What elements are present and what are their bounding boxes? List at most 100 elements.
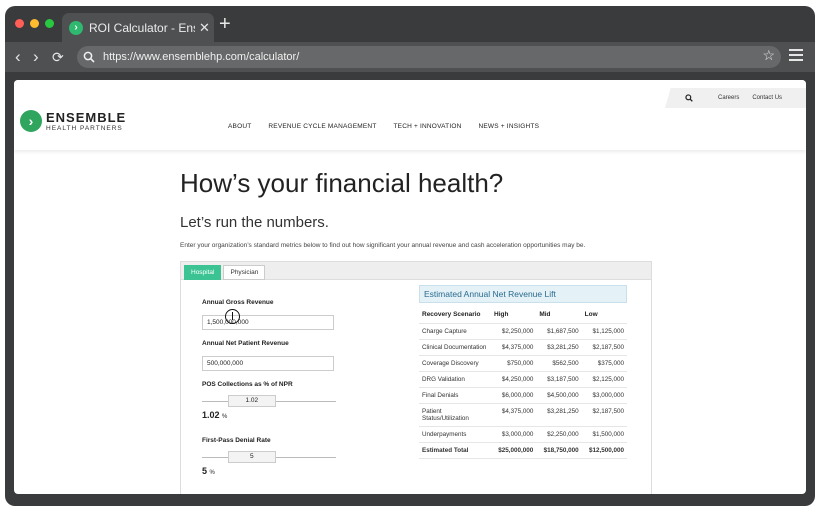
search-icon: [83, 51, 95, 63]
table-row: Clinical Documentation $4,375,000 $3,281,2…: [419, 339, 627, 356]
close-tab-icon[interactable]: ✕: [199, 20, 210, 36]
site-header: Careers Contact Us › ENSEMBLE HEALTH PAR…: [14, 80, 806, 150]
browser-tab[interactable]: › ROI Calculator - Ense ✕: [62, 13, 214, 42]
value-cell: $4,500,000: [536, 387, 582, 404]
total-row: Estimated Total $25,000,000 $18,750,000 $12…: [419, 442, 627, 459]
value-cell: $6,000,000: [491, 387, 537, 404]
value-cell: $750,000: [491, 355, 537, 372]
url-text: https://www.ensemblehp.com/calculator/: [103, 51, 300, 63]
denial-rate-value: 5 %: [202, 466, 215, 476]
nav-news-insights[interactable]: NEWS + INSIGHTS: [479, 123, 540, 130]
net-patient-revenue-input[interactable]: 500,000,000: [202, 356, 334, 371]
tab-physician[interactable]: Physician: [223, 265, 266, 280]
window-controls: [15, 19, 54, 28]
intro-text: Enter your organization’s standard metri…: [180, 242, 586, 249]
ensemble-logo[interactable]: › ENSEMBLE HEALTH PARTNERS: [20, 110, 126, 132]
careers-link[interactable]: Careers: [718, 95, 739, 101]
page-subtitle: Let’s run the numbers.: [180, 214, 329, 231]
reload-icon[interactable]: ⟳: [52, 47, 64, 67]
value-cell: $2,125,000: [581, 371, 627, 388]
logo-arrow-icon: ›: [20, 110, 42, 132]
tab-hospital[interactable]: Hospital: [184, 265, 222, 280]
site-search-icon[interactable]: [685, 94, 693, 102]
value-cell: $1,687,500: [536, 323, 582, 340]
calculator-tabs: Hospital Physician: [181, 262, 651, 280]
denial-rate-label: First-Pass Denial Rate: [202, 437, 271, 444]
scenario-cell: Final Denials: [419, 387, 491, 404]
nav-about[interactable]: ABOUT: [228, 123, 251, 130]
value-cell: $4,375,000: [491, 339, 537, 356]
back-icon[interactable]: ‹: [15, 47, 21, 67]
table-row: Charge Capture $2,250,000 $1,687,500 $1,125…: [419, 323, 627, 340]
denial-rate-slider-thumb[interactable]: 5: [227, 451, 276, 463]
table-row: DRG Validation $4,250,000 $3,187,500 $2,125…: [419, 371, 627, 388]
address-bar[interactable]: https://www.ensemblehp.com/calculator/ ☆: [77, 46, 781, 68]
net-patient-revenue-label: Annual Net Patient Revenue: [202, 340, 289, 347]
revenue-lift-results: Estimated Annual Net Revenue Lift Recove…: [419, 285, 627, 459]
value-cell: $3,281,250: [536, 339, 582, 356]
scenario-cell: Clinical Documentation: [419, 339, 491, 356]
value-cell: $562,500: [536, 355, 582, 372]
minimize-window-button[interactable]: [30, 19, 39, 28]
pos-collections-slider-thumb[interactable]: 1.02: [227, 395, 276, 407]
page-viewport: Careers Contact Us › ENSEMBLE HEALTH PAR…: [14, 80, 806, 494]
value-cell: $1,125,000: [581, 323, 627, 340]
value-cell: $3,281,250: [536, 403, 582, 427]
scenario-cell: Charge Capture: [419, 323, 491, 340]
browser-window: › ROI Calculator - Ense ✕ + ‹ › ⟳ https:…: [5, 6, 815, 506]
pos-collections-value: 1.02 %: [202, 410, 228, 420]
column-header: Low: [581, 306, 627, 324]
column-header: High: [491, 306, 537, 324]
cursor-icon: [225, 309, 240, 324]
total-value-cell: $25,000,000: [491, 442, 537, 459]
page-content: How’s your financial health? Let’s run t…: [180, 168, 660, 249]
contact-us-link[interactable]: Contact Us: [752, 95, 782, 101]
browser-menu-icon[interactable]: [789, 49, 803, 64]
pos-collections-label: POS Collections as % of NPR: [202, 381, 293, 388]
results-body: Charge Capture $2,250,000 $1,687,500 $1,125…: [419, 323, 627, 459]
column-header: Recovery Scenario: [419, 306, 491, 324]
new-tab-button[interactable]: +: [219, 14, 231, 34]
value-cell: $1,500,000: [581, 426, 627, 443]
main-nav: ABOUT REVENUE CYCLE MANAGEMENT TECH + IN…: [228, 123, 539, 130]
table-row: Coverage Discovery $750,000 $562,500 $375,0…: [419, 355, 627, 372]
results-title: Estimated Annual Net Revenue Lift: [419, 285, 627, 303]
bookmark-star-icon[interactable]: ☆: [762, 47, 775, 64]
roi-calculator: Hospital Physician Annual Gross Revenue …: [180, 261, 652, 494]
column-header: Mid: [536, 306, 582, 324]
tab-bar: › ROI Calculator - Ense ✕ +: [5, 6, 815, 42]
scenario-cell: Patient Status/Utilization: [419, 403, 491, 427]
gross-revenue-label: Annual Gross Revenue: [202, 299, 274, 306]
table-row: Final Denials $6,000,000 $4,500,000 $3,000,…: [419, 387, 627, 404]
browser-toolbar: ‹ › ⟳ https://www.ensemblehp.com/calcula…: [5, 42, 815, 72]
total-value-cell: $18,750,000: [536, 442, 582, 459]
value-cell: $375,000: [581, 355, 627, 372]
value-cell: $2,250,000: [491, 323, 537, 340]
logo-tagline: HEALTH PARTNERS: [46, 125, 123, 132]
logo-wordmark: ENSEMBLE: [46, 110, 127, 125]
close-window-button[interactable]: [15, 19, 24, 28]
tab-title: ROI Calculator - Ense: [89, 20, 195, 35]
value-cell: $4,375,000: [491, 403, 537, 427]
value-cell: $3,000,000: [491, 426, 537, 443]
value-cell: $3,187,500: [536, 371, 582, 388]
total-value-cell: $12,500,000: [581, 442, 627, 459]
table-row: Underpayments $3,000,000 $2,250,000 $1,500,…: [419, 426, 627, 443]
gross-revenue-input[interactable]: 1,500,000,000: [202, 315, 334, 330]
scenario-cell: Coverage Discovery: [419, 355, 491, 372]
results-header-row: Recovery Scenario High Mid Low: [419, 306, 627, 324]
nav-tech-innovation[interactable]: TECH + INNOVATION: [394, 123, 462, 130]
scenario-cell: DRG Validation: [419, 371, 491, 388]
forward-icon[interactable]: ›: [33, 47, 39, 67]
value-cell: $3,000,000: [581, 387, 627, 404]
nav-revenue-cycle-management[interactable]: REVENUE CYCLE MANAGEMENT: [268, 123, 376, 130]
utility-bar: Careers Contact Us: [665, 88, 806, 108]
page-title: How’s your financial health?: [180, 168, 504, 198]
results-table: Recovery Scenario High Mid Low Charge Ca…: [419, 306, 627, 459]
scenario-cell: Underpayments: [419, 426, 491, 443]
value-cell: $4,250,000: [491, 371, 537, 388]
ensemble-favicon-icon: ›: [69, 20, 83, 35]
value-cell: $2,250,000: [536, 426, 582, 443]
total-label-cell: Estimated Total: [419, 442, 491, 459]
zoom-window-button[interactable]: [45, 19, 54, 28]
